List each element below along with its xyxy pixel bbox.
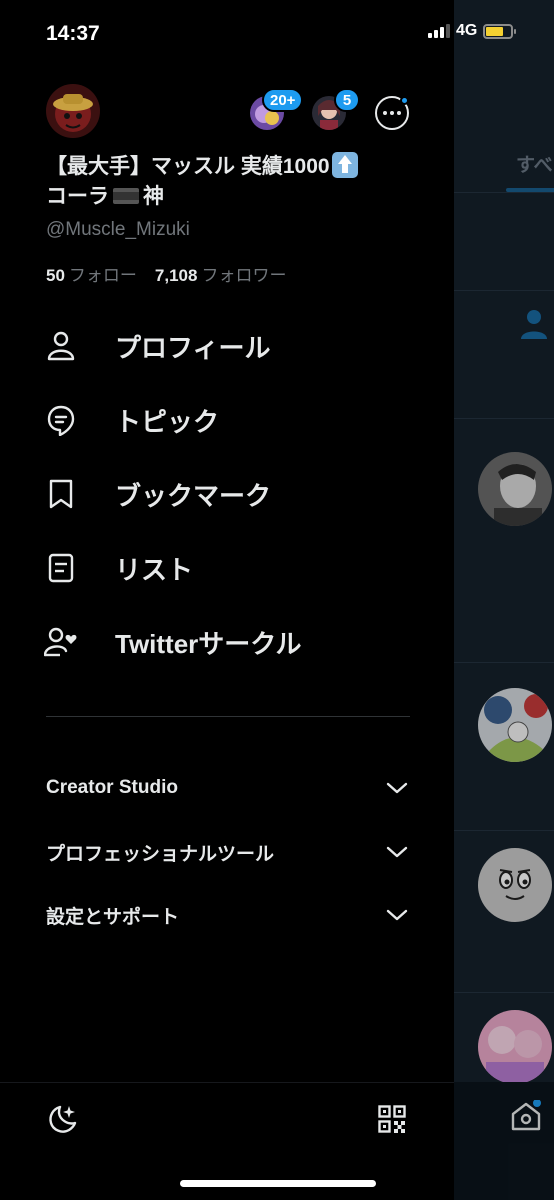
signal-icon — [428, 24, 450, 38]
timeline-divider — [454, 290, 554, 291]
up-arrow-emoji — [331, 152, 358, 178]
timeline-divider — [454, 662, 554, 663]
user-handle: @Muscle_Mizuki — [46, 219, 190, 240]
list-icon — [44, 551, 78, 585]
section-label: プロフェッショナルツール — [46, 843, 275, 865]
section-professional-tools[interactable]: プロフェッショナルツール — [46, 837, 408, 867]
topics-icon — [44, 403, 78, 437]
tab-all[interactable]: すべ — [516, 150, 553, 177]
home-icon[interactable] — [510, 1100, 542, 1132]
menu-item-bookmarks[interactable]: ブックマーク — [44, 474, 424, 514]
menu-item-topics[interactable]: トピック — [44, 400, 424, 440]
chevron-down-icon — [386, 782, 408, 794]
avatar[interactable] — [478, 452, 552, 526]
menu-item-profile[interactable]: プロフィール — [44, 326, 424, 366]
tab-indicator — [506, 188, 554, 192]
menu-item-label: リスト — [115, 554, 194, 585]
status-indicators: 4G — [428, 22, 517, 40]
home-indicator[interactable] — [180, 1180, 376, 1187]
notification-badge: 5 — [334, 88, 360, 112]
timeline-divider — [454, 992, 554, 993]
menu-item-lists[interactable]: リスト — [44, 548, 424, 588]
avatar[interactable] — [478, 688, 552, 762]
follow-stats: 50 フォロー 7,108 フォロワー — [46, 261, 286, 286]
black-flag-emoji — [113, 188, 139, 204]
chevron-down-icon — [386, 846, 408, 858]
profile-avatar[interactable] — [46, 84, 100, 138]
dark-mode-icon[interactable] — [46, 1103, 78, 1135]
navigation-drawer: 14:37 4G 20+ 5 【最大手】マッスル 実績1000 コーラ 神 @M… — [0, 0, 517, 1200]
person-icon — [44, 329, 78, 363]
timeline-divider — [454, 418, 554, 419]
circle-icon — [44, 625, 78, 659]
section-settings-support[interactable]: 設定とサポート — [46, 900, 408, 930]
avatar[interactable] — [478, 1010, 552, 1084]
menu-divider — [46, 716, 410, 717]
display-name[interactable]: 【最大手】マッスル 実績1000 コーラ神 — [46, 152, 406, 212]
section-label: Creator Studio — [46, 777, 178, 798]
menu-item-twitter-circle[interactable]: Twitterサークル — [44, 622, 424, 662]
battery-icon — [483, 23, 517, 39]
network-label: 4G — [456, 22, 478, 39]
background-timeline[interactable]: すべ — [454, 0, 554, 1200]
menu-item-label: プロフィール — [115, 332, 271, 363]
chevron-down-icon — [386, 909, 408, 921]
qr-code-icon[interactable] — [378, 1105, 406, 1133]
followers-link[interactable]: 7,108 フォロワー — [155, 261, 287, 286]
avatar[interactable] — [478, 848, 552, 922]
menu-item-label: Twitterサークル — [115, 628, 302, 659]
menu-item-label: トピック — [115, 406, 220, 437]
notification-badge: 20+ — [262, 88, 304, 112]
more-accounts-button[interactable] — [375, 96, 409, 130]
menu-item-label: ブックマーク — [115, 480, 272, 511]
status-time: 14:37 — [46, 22, 100, 45]
bookmark-icon — [44, 477, 78, 511]
notification-dot — [400, 96, 409, 105]
timeline-divider — [454, 192, 554, 193]
section-creator-studio[interactable]: Creator Studio — [46, 773, 408, 803]
follow-person-icon — [521, 310, 547, 339]
following-link[interactable]: 50 フォロー — [46, 261, 137, 286]
section-label: 設定とサポート — [46, 906, 180, 928]
timeline-divider — [454, 830, 554, 831]
